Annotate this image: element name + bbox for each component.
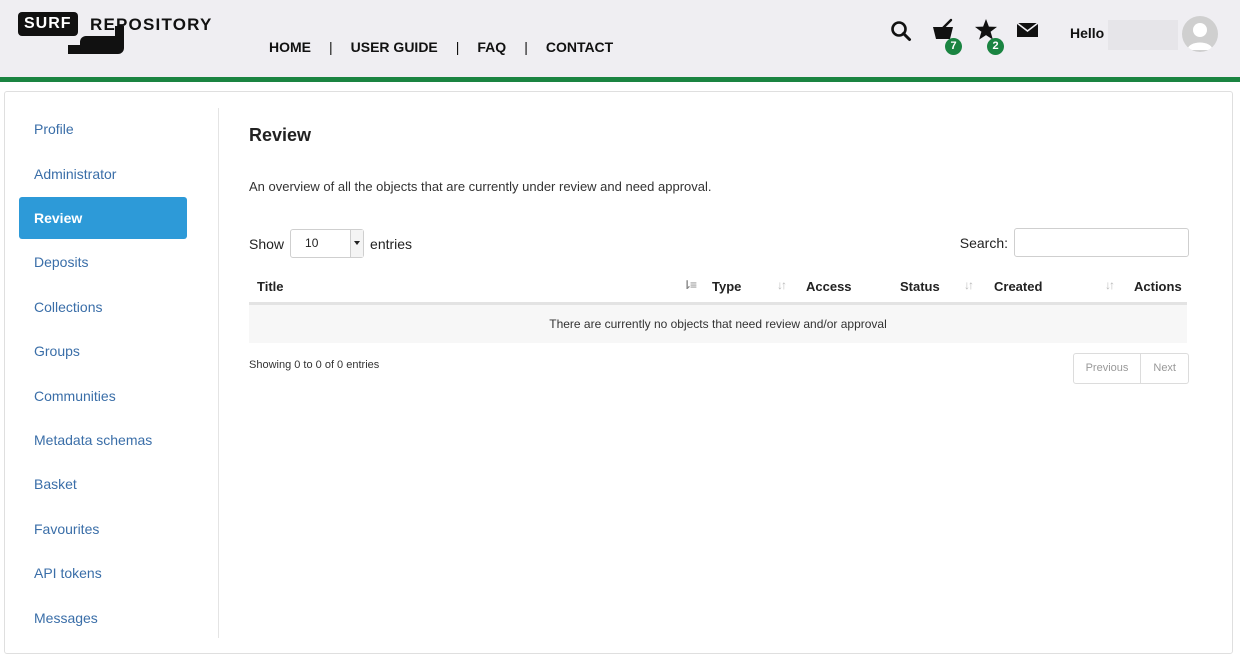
table-header: Title ⇂≡ Type ↓↑ Access Status ↓↑ Create… xyxy=(249,267,1187,305)
nav-separator: | xyxy=(455,39,460,55)
column-title[interactable]: Title xyxy=(257,279,284,294)
sidebar-item-api-tokens[interactable]: API tokens xyxy=(19,552,187,594)
column-created[interactable]: Created xyxy=(994,279,1042,294)
nav-user-guide-link[interactable]: USER GUIDE xyxy=(351,39,438,55)
user-name[interactable] xyxy=(1108,20,1178,50)
sidebar-item-basket[interactable]: Basket xyxy=(19,463,187,505)
show-label: Show xyxy=(249,235,285,252)
nav-faq-link[interactable]: FAQ xyxy=(477,39,506,55)
review-content: Review An overview of all the objects th… xyxy=(249,92,1189,652)
entries-select-value: 10 xyxy=(305,236,319,250)
table-info: Showing 0 to 0 of 0 entries xyxy=(249,359,380,371)
nav-home-link[interactable]: HOME xyxy=(269,39,311,55)
sort-icon[interactable]: ↓↑ xyxy=(1105,278,1115,292)
sidebar-item-messages[interactable]: Messages xyxy=(19,597,187,639)
sidebar-item-deposits[interactable]: Deposits xyxy=(19,241,187,283)
favourites-count-badge: 2 xyxy=(987,38,1004,55)
sidebar: Profile Administrator Review Deposits Co… xyxy=(19,108,219,638)
main-nav: HOME | USER GUIDE | FAQ | CONTACT xyxy=(269,39,613,55)
sidebar-item-collections[interactable]: Collections xyxy=(19,286,187,328)
search-icon[interactable] xyxy=(890,20,914,44)
sidebar-item-favourites[interactable]: Favourites xyxy=(19,508,187,550)
previous-button[interactable]: Previous xyxy=(1074,354,1142,383)
review-table: Title ⇂≡ Type ↓↑ Access Status ↓↑ Create… xyxy=(249,267,1187,343)
main-panel: Profile Administrator Review Deposits Co… xyxy=(4,91,1233,654)
column-type[interactable]: Type xyxy=(712,279,741,294)
basket-count-badge: 7 xyxy=(945,38,962,55)
sidebar-item-communities[interactable]: Communities xyxy=(19,375,187,417)
pagination: Previous Next xyxy=(1072,353,1189,384)
nav-separator: | xyxy=(524,39,528,55)
avatar[interactable] xyxy=(1182,16,1218,52)
sidebar-item-metadata-schemas[interactable]: Metadata schemas xyxy=(19,419,187,461)
page-description: An overview of all the objects that are … xyxy=(249,179,712,194)
surf-repository-logo[interactable]: SURF REPOSITORY xyxy=(18,12,218,56)
logo-shape-bottom xyxy=(80,36,124,54)
nav-contact-link[interactable]: CONTACT xyxy=(546,39,613,55)
column-status[interactable]: Status xyxy=(900,279,940,294)
sort-ascending-icon[interactable]: ⇂≡ xyxy=(682,278,697,292)
top-header: SURF REPOSITORY HOME | USER GUIDE | FAQ … xyxy=(0,0,1240,82)
greeting-text: Hello xyxy=(1070,25,1105,41)
sidebar-item-groups[interactable]: Groups xyxy=(19,330,187,372)
sidebar-item-review[interactable]: Review xyxy=(19,197,187,239)
entries-length-control: Show 10 entries xyxy=(249,229,412,258)
next-button[interactable]: Next xyxy=(1141,354,1188,383)
entries-select[interactable]: 10 xyxy=(290,229,365,258)
search-input[interactable] xyxy=(1014,228,1189,257)
logo-surf-text: SURF xyxy=(18,12,78,36)
entries-label: entries xyxy=(370,235,413,252)
sidebar-item-profile[interactable]: Profile xyxy=(19,108,187,150)
column-actions: Actions xyxy=(1134,279,1182,294)
sort-icon[interactable]: ↓↑ xyxy=(777,278,787,292)
page-title: Review xyxy=(249,125,312,145)
sort-icon[interactable]: ↓↑ xyxy=(964,278,974,292)
column-access: Access xyxy=(806,279,852,294)
empty-table-message: There are currently no objects that need… xyxy=(249,305,1187,343)
sidebar-item-administrator[interactable]: Administrator xyxy=(19,153,187,195)
nav-separator: | xyxy=(329,39,333,55)
chevron-down-icon xyxy=(350,230,364,257)
table-search: Search: xyxy=(960,228,1189,257)
search-label: Search: xyxy=(959,234,1008,251)
envelope-icon[interactable] xyxy=(1016,20,1040,44)
logo-repository-text: REPOSITORY xyxy=(90,15,213,34)
